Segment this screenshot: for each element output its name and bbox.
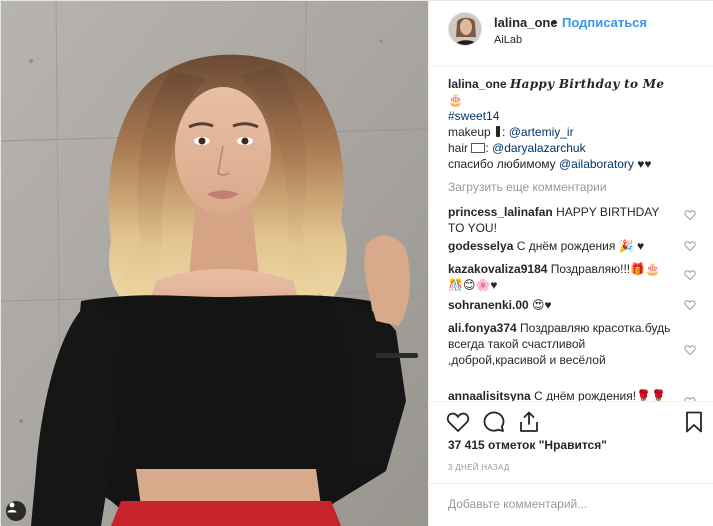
comment-username[interactable]: annaalisitsyna (448, 389, 531, 401)
photo-image (1, 1, 428, 526)
location-link[interactable]: AiLab (494, 34, 522, 46)
haircut-icon (471, 143, 486, 153)
comment-username[interactable]: sohranenki.00 (448, 298, 529, 312)
lipstick-icon (496, 126, 501, 137)
caption-line-1: lalina_one Happy Birthday to Me (448, 76, 664, 92)
header-separator: • (552, 15, 557, 30)
post-header: lalina_one • Подписаться AiLab (429, 1, 713, 67)
hair-label: hair (448, 141, 469, 155)
instagram-post: lalina_one • Подписаться AiLab lalina_on… (0, 0, 713, 526)
comment-item: ali.fonya374 Поздравляю красотка.будь вс… (448, 320, 673, 368)
likes-count[interactable]: 37 415 отметок "Нравится" (448, 438, 607, 452)
comment-item: kazakovaliza9184 Поздравляю!!!🎁🎂 🎊😊🌸♥ (448, 261, 673, 293)
comment-item: sohranenki.00 😍♥ (448, 297, 673, 313)
small-heart-icon[interactable] (684, 269, 696, 281)
caption-title: Happy Birthday to Me (510, 77, 665, 91)
comments-list[interactable]: lalina_one Happy Birthday to Me 🎂 #sweet… (429, 67, 713, 401)
bookmark-icon[interactable] (682, 410, 706, 434)
thanks-text: спасибо любимому (448, 157, 556, 171)
post-photo[interactable] (1, 1, 428, 526)
caption-username[interactable]: lalina_one (448, 77, 507, 91)
comment-username[interactable]: godesselya (448, 239, 513, 253)
comment-text: С днём рождения 🎉 ♥ (516, 239, 645, 253)
heart-icon[interactable] (446, 410, 470, 434)
user-tag-icon[interactable] (6, 501, 26, 521)
post-timestamp[interactable]: 3 ДНЕЙ НАЗАД (448, 463, 510, 472)
caption-title-emoji: 🎂 (448, 93, 463, 107)
small-heart-icon[interactable] (684, 209, 696, 221)
comment-input[interactable] (448, 497, 698, 511)
caption-line-4: makeup : @artemiy_ir (448, 125, 574, 139)
follow-button[interactable]: Подписаться (562, 15, 647, 30)
comment-item: annaalisitsyna С днём рождения!🌹🌹 (448, 388, 673, 401)
action-bar (429, 401, 713, 441)
caption-line-2: 🎂 (448, 92, 463, 108)
small-heart-icon[interactable] (684, 344, 696, 356)
hearts-text: ♥♥ (637, 157, 652, 171)
comment-username[interactable]: ali.fonya374 (448, 321, 517, 335)
header-username[interactable]: lalina_one (494, 15, 558, 30)
share-icon[interactable] (517, 410, 541, 434)
comment-icon[interactable] (482, 410, 506, 434)
post-sidebar: lalina_one • Подписаться AiLab lalina_on… (428, 1, 713, 526)
makeup-artist-link[interactable]: @artemiy_ir (509, 125, 574, 139)
caption-line-5: hair : @daryalazarchuk (448, 141, 586, 155)
hair-stylist-link[interactable]: @daryalazarchuk (492, 141, 586, 155)
makeup-label: makeup (448, 125, 491, 139)
avatar[interactable] (448, 12, 482, 46)
comment-text: С днём рождения!🌹🌹 (534, 389, 666, 401)
comment-text: 😍♥ (532, 298, 552, 312)
small-heart-icon[interactable] (684, 299, 696, 311)
thanks-link[interactable]: @ailaboratory (559, 157, 634, 171)
comment-username[interactable]: princess_lalinafan (448, 205, 553, 219)
add-comment-bar (429, 483, 713, 526)
comment-item: princess_lalinafan HAPPY BIRTHDAY TO YOU… (448, 204, 673, 236)
caption-line-3: #sweet14 (448, 108, 499, 124)
caption-line-6: спасибо любимому @ailaboratory ♥♥ (448, 156, 651, 172)
load-more-comments[interactable]: Загрузить еще комментарии (448, 180, 607, 194)
comment-username[interactable]: kazakovaliza9184 (448, 262, 547, 276)
comment-item: godesselya С днём рождения 🎉 ♥ (448, 238, 673, 254)
hashtag-link[interactable]: #sweet14 (448, 109, 499, 123)
small-heart-icon[interactable] (684, 240, 696, 252)
